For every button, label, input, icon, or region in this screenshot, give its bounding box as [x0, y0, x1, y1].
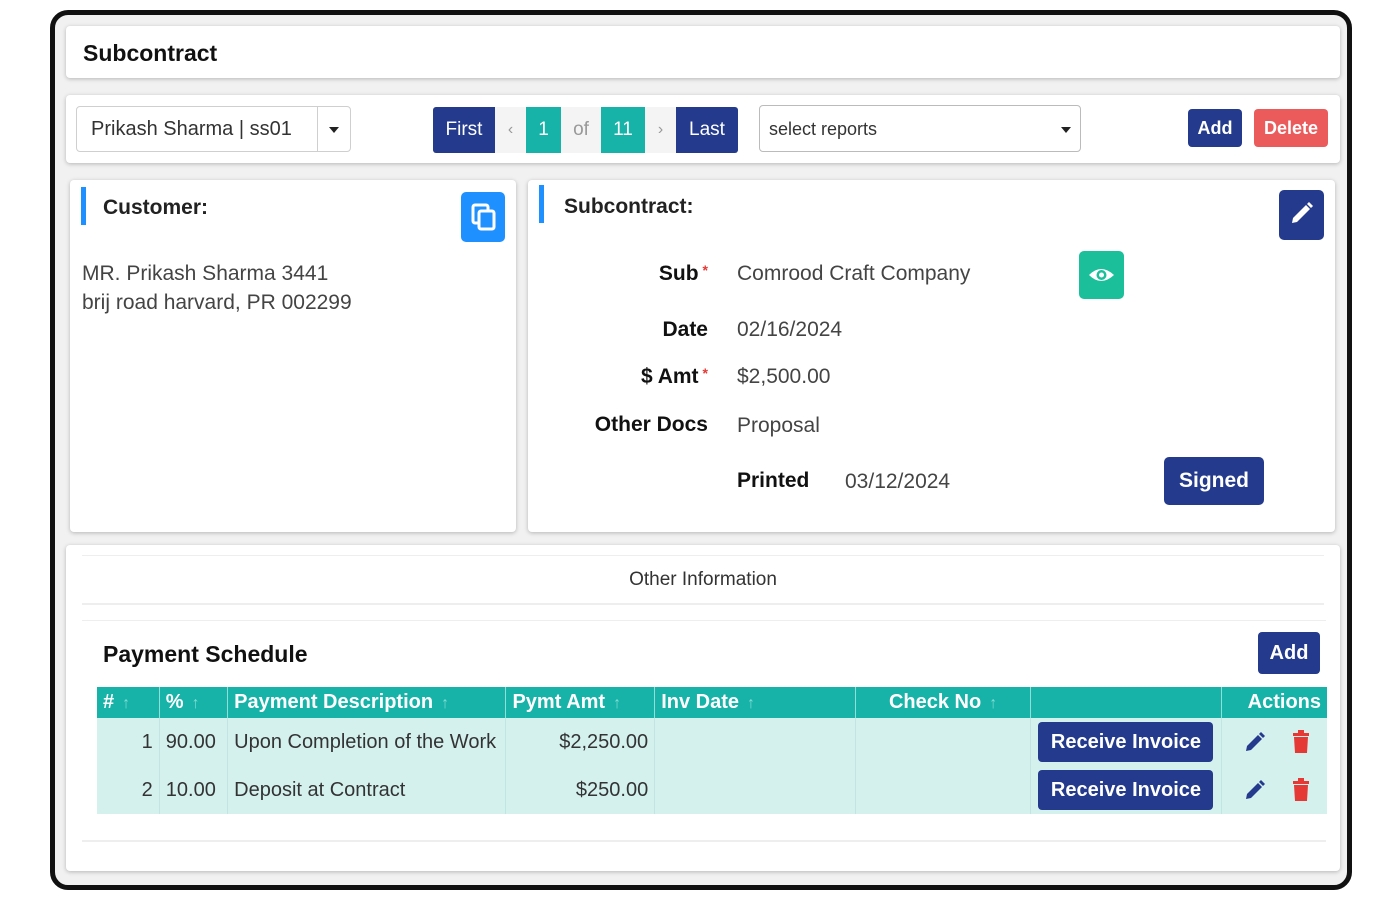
select-divider: [317, 107, 318, 151]
next-page-button[interactable]: ›: [645, 107, 676, 153]
eye-icon: [1089, 269, 1114, 281]
table-row: 1 90.00 Upon Completion of the Work $2,2…: [97, 718, 1327, 766]
cell-invoice: Receive Invoice: [1030, 718, 1222, 766]
sort-arrow-icon: ↑: [989, 695, 998, 712]
subcontract-panel: Subcontract: Sub * Comrood Craft Company …: [528, 180, 1335, 532]
cell-amount: $2,250.00: [505, 718, 656, 766]
required-asterisk: *: [702, 262, 708, 278]
sort-arrow-icon: ↑: [747, 695, 755, 712]
printed-label: Printed: [737, 469, 810, 492]
other-information-label: Other Information: [629, 568, 777, 590]
pencil-icon[interactable]: [1243, 778, 1267, 802]
add-button[interactable]: Add: [1188, 109, 1242, 147]
customer-heading: Customer:: [103, 196, 209, 219]
col-percent[interactable]: % ↑: [159, 687, 229, 718]
details-card: Other Information Payment Schedule Add #…: [66, 545, 1340, 871]
first-page-button[interactable]: First: [433, 107, 495, 153]
payment-schedule-table: # ↑ % ↑ Payment Description ↑ Pymt Amt ↑ Inv…: [97, 687, 1327, 814]
other-docs-value: Proposal: [737, 414, 820, 437]
section-accent: [81, 187, 86, 225]
amount-label: $ Amt *: [640, 365, 708, 388]
required-asterisk: *: [702, 365, 708, 381]
reports-select-placeholder: select reports: [769, 119, 878, 139]
copy-button[interactable]: [461, 192, 505, 242]
sort-arrow-icon: ↑: [191, 695, 200, 712]
date-value: 02/16/2024: [737, 318, 843, 341]
signed-button[interactable]: Signed: [1164, 457, 1264, 505]
sub-label: Sub *: [658, 262, 708, 285]
view-sub-button[interactable]: [1079, 251, 1124, 299]
copy-icon: [471, 203, 496, 231]
col-inv-date[interactable]: Inv Date ↑: [654, 687, 857, 718]
cell-check-no: [855, 766, 1031, 814]
col-invoice: [1030, 687, 1222, 718]
total-pages[interactable]: 11: [601, 107, 645, 153]
cell-percent: 10.00: [159, 766, 229, 814]
cell-actions: [1221, 766, 1327, 814]
customer-panel: Customer: MR. Prikash Sharma 3441 brij r…: [70, 180, 516, 532]
section-accent: [539, 185, 544, 223]
sort-arrow-icon: ↑: [122, 695, 131, 712]
page-title: Subcontract: [83, 40, 218, 66]
cell-num: 2: [97, 766, 160, 814]
cell-inv-date: [654, 766, 857, 814]
cell-description: Upon Completion of the Work: [227, 718, 507, 766]
edit-subcontract-button[interactable]: [1279, 190, 1324, 240]
date-label: Date: [662, 318, 708, 341]
trash-icon[interactable]: [1291, 730, 1311, 754]
toolbar: Prikash Sharma | ss01 First ‹ 1 of 11 › …: [66, 95, 1340, 163]
last-page-button[interactable]: Last: [676, 107, 738, 153]
subcontract-heading: Subcontract:: [564, 195, 694, 218]
title-bar: Subcontract: [66, 26, 1340, 78]
delete-button[interactable]: Delete: [1254, 109, 1328, 147]
other-docs-label: Other Docs: [594, 413, 708, 436]
col-num[interactable]: # ↑: [97, 687, 160, 718]
cell-actions: [1221, 718, 1327, 766]
receive-invoice-button[interactable]: Receive Invoice: [1038, 722, 1214, 762]
col-check-no[interactable]: Check No ↑: [855, 687, 1031, 718]
add-payment-button[interactable]: Add: [1258, 632, 1320, 674]
payment-schedule-title: Payment Schedule: [103, 641, 308, 667]
trash-icon[interactable]: [1291, 778, 1311, 802]
printed-value: 03/12/2024: [845, 470, 951, 493]
customer-address-line2: brij road harvard, PR 002299: [82, 291, 352, 314]
pencil-icon: [1292, 202, 1313, 223]
col-pymt-amt[interactable]: Pymt Amt ↑: [505, 687, 656, 718]
cell-invoice: Receive Invoice: [1030, 766, 1222, 814]
other-information-tab[interactable]: Other Information: [82, 555, 1324, 605]
page-of-label: of: [561, 107, 601, 153]
cell-description: Deposit at Contract: [227, 766, 507, 814]
current-page[interactable]: 1: [526, 107, 561, 153]
table-header: # ↑ % ↑ Payment Description ↑ Pymt Amt ↑ Inv…: [97, 687, 1327, 718]
cell-check-no: [855, 718, 1031, 766]
reports-select[interactable]: select reports: [759, 105, 1081, 152]
sub-value: Comrood Craft Company: [737, 262, 971, 285]
sort-arrow-icon: ↑: [441, 695, 450, 712]
col-payment-description[interactable]: Payment Description ↑: [227, 687, 507, 718]
chevron-down-icon[interactable]: [329, 127, 339, 133]
chevron-down-icon: [1061, 127, 1071, 133]
cell-num: 1: [97, 718, 160, 766]
col-actions: Actions: [1221, 687, 1327, 718]
pencil-icon[interactable]: [1243, 730, 1267, 754]
customer-select-value: Prikash Sharma | ss01: [91, 118, 292, 140]
cell-inv-date: [654, 718, 857, 766]
receive-invoice-button[interactable]: Receive Invoice: [1038, 770, 1214, 810]
prev-page-button[interactable]: ‹: [495, 107, 526, 153]
cell-percent: 90.00: [159, 718, 229, 766]
sort-arrow-icon: ↑: [613, 695, 622, 712]
amount-value: $2,500.00: [737, 365, 831, 388]
customer-select[interactable]: Prikash Sharma | ss01: [76, 106, 351, 152]
table-row: 2 10.00 Deposit at Contract $250.00 Rece…: [97, 766, 1327, 814]
app-frame: Subcontract Prikash Sharma | ss01 First …: [50, 10, 1352, 890]
customer-address-line1: MR. Prikash Sharma 3441: [82, 262, 329, 285]
cell-amount: $250.00: [505, 766, 656, 814]
